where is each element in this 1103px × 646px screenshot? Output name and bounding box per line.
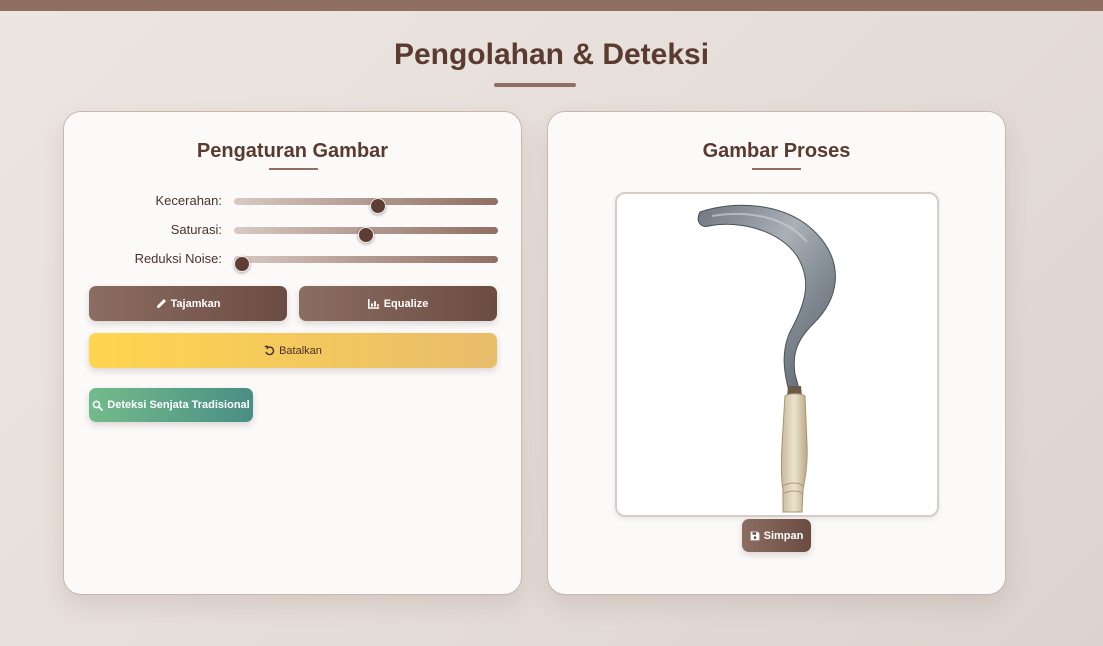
brightness-slider-thumb[interactable] xyxy=(370,198,387,214)
result-title-underline xyxy=(752,168,801,170)
title-underline xyxy=(494,83,576,87)
pencil-icon xyxy=(156,299,166,308)
page-title: Pengolahan & Deteksi xyxy=(393,38,710,71)
settings-title: Pengaturan Gambar xyxy=(196,140,389,162)
undo-button[interactable]: Batalkan xyxy=(89,333,497,368)
saturation-slider[interactable] xyxy=(234,227,498,243)
equalize-button[interactable]: Equalize xyxy=(299,286,497,321)
floppy-icon xyxy=(750,531,759,540)
result-title: Gambar Proses xyxy=(702,140,851,162)
saturation-label: Saturasi: xyxy=(170,222,222,237)
save-button[interactable]: Simpan xyxy=(742,519,811,552)
chart-icon xyxy=(367,299,379,309)
sharpen-label: Tajamkan xyxy=(170,297,221,310)
save-label: Simpan xyxy=(763,529,804,542)
noise-reduction-slider-thumb[interactable] xyxy=(234,256,250,272)
brightness-slider[interactable] xyxy=(234,198,498,214)
undo-label: Batalkan xyxy=(279,344,322,357)
top-bar xyxy=(0,0,1103,11)
brightness-label: Kecerahan: xyxy=(155,193,223,208)
detect-label: Deteksi Senjata Tradisional xyxy=(107,399,250,411)
settings-panel: Pengaturan Gambar Kecerahan: Saturasi: R… xyxy=(63,111,522,595)
saturation-slider-thumb[interactable] xyxy=(358,227,374,243)
noise-label: Reduksi Noise: xyxy=(134,251,222,266)
equalize-label: Equalize xyxy=(383,297,429,310)
settings-title-underline xyxy=(269,168,318,170)
slider-row-saturation: Saturasi: xyxy=(64,220,523,243)
sickle-image xyxy=(697,204,836,513)
undo-icon xyxy=(264,345,275,356)
noise-reduction-slider[interactable] xyxy=(234,256,498,272)
processed-image xyxy=(615,192,939,517)
result-panel: Gambar Proses Simpan xyxy=(547,111,1006,595)
slider-row-brightness: Kecerahan: xyxy=(64,191,523,214)
detect-button[interactable]: Deteksi Senjata Tradisional xyxy=(89,388,253,422)
search-icon xyxy=(92,400,104,411)
slider-row-noise: Reduksi Noise: xyxy=(64,249,523,272)
sharpen-button[interactable]: Tajamkan xyxy=(89,286,287,321)
